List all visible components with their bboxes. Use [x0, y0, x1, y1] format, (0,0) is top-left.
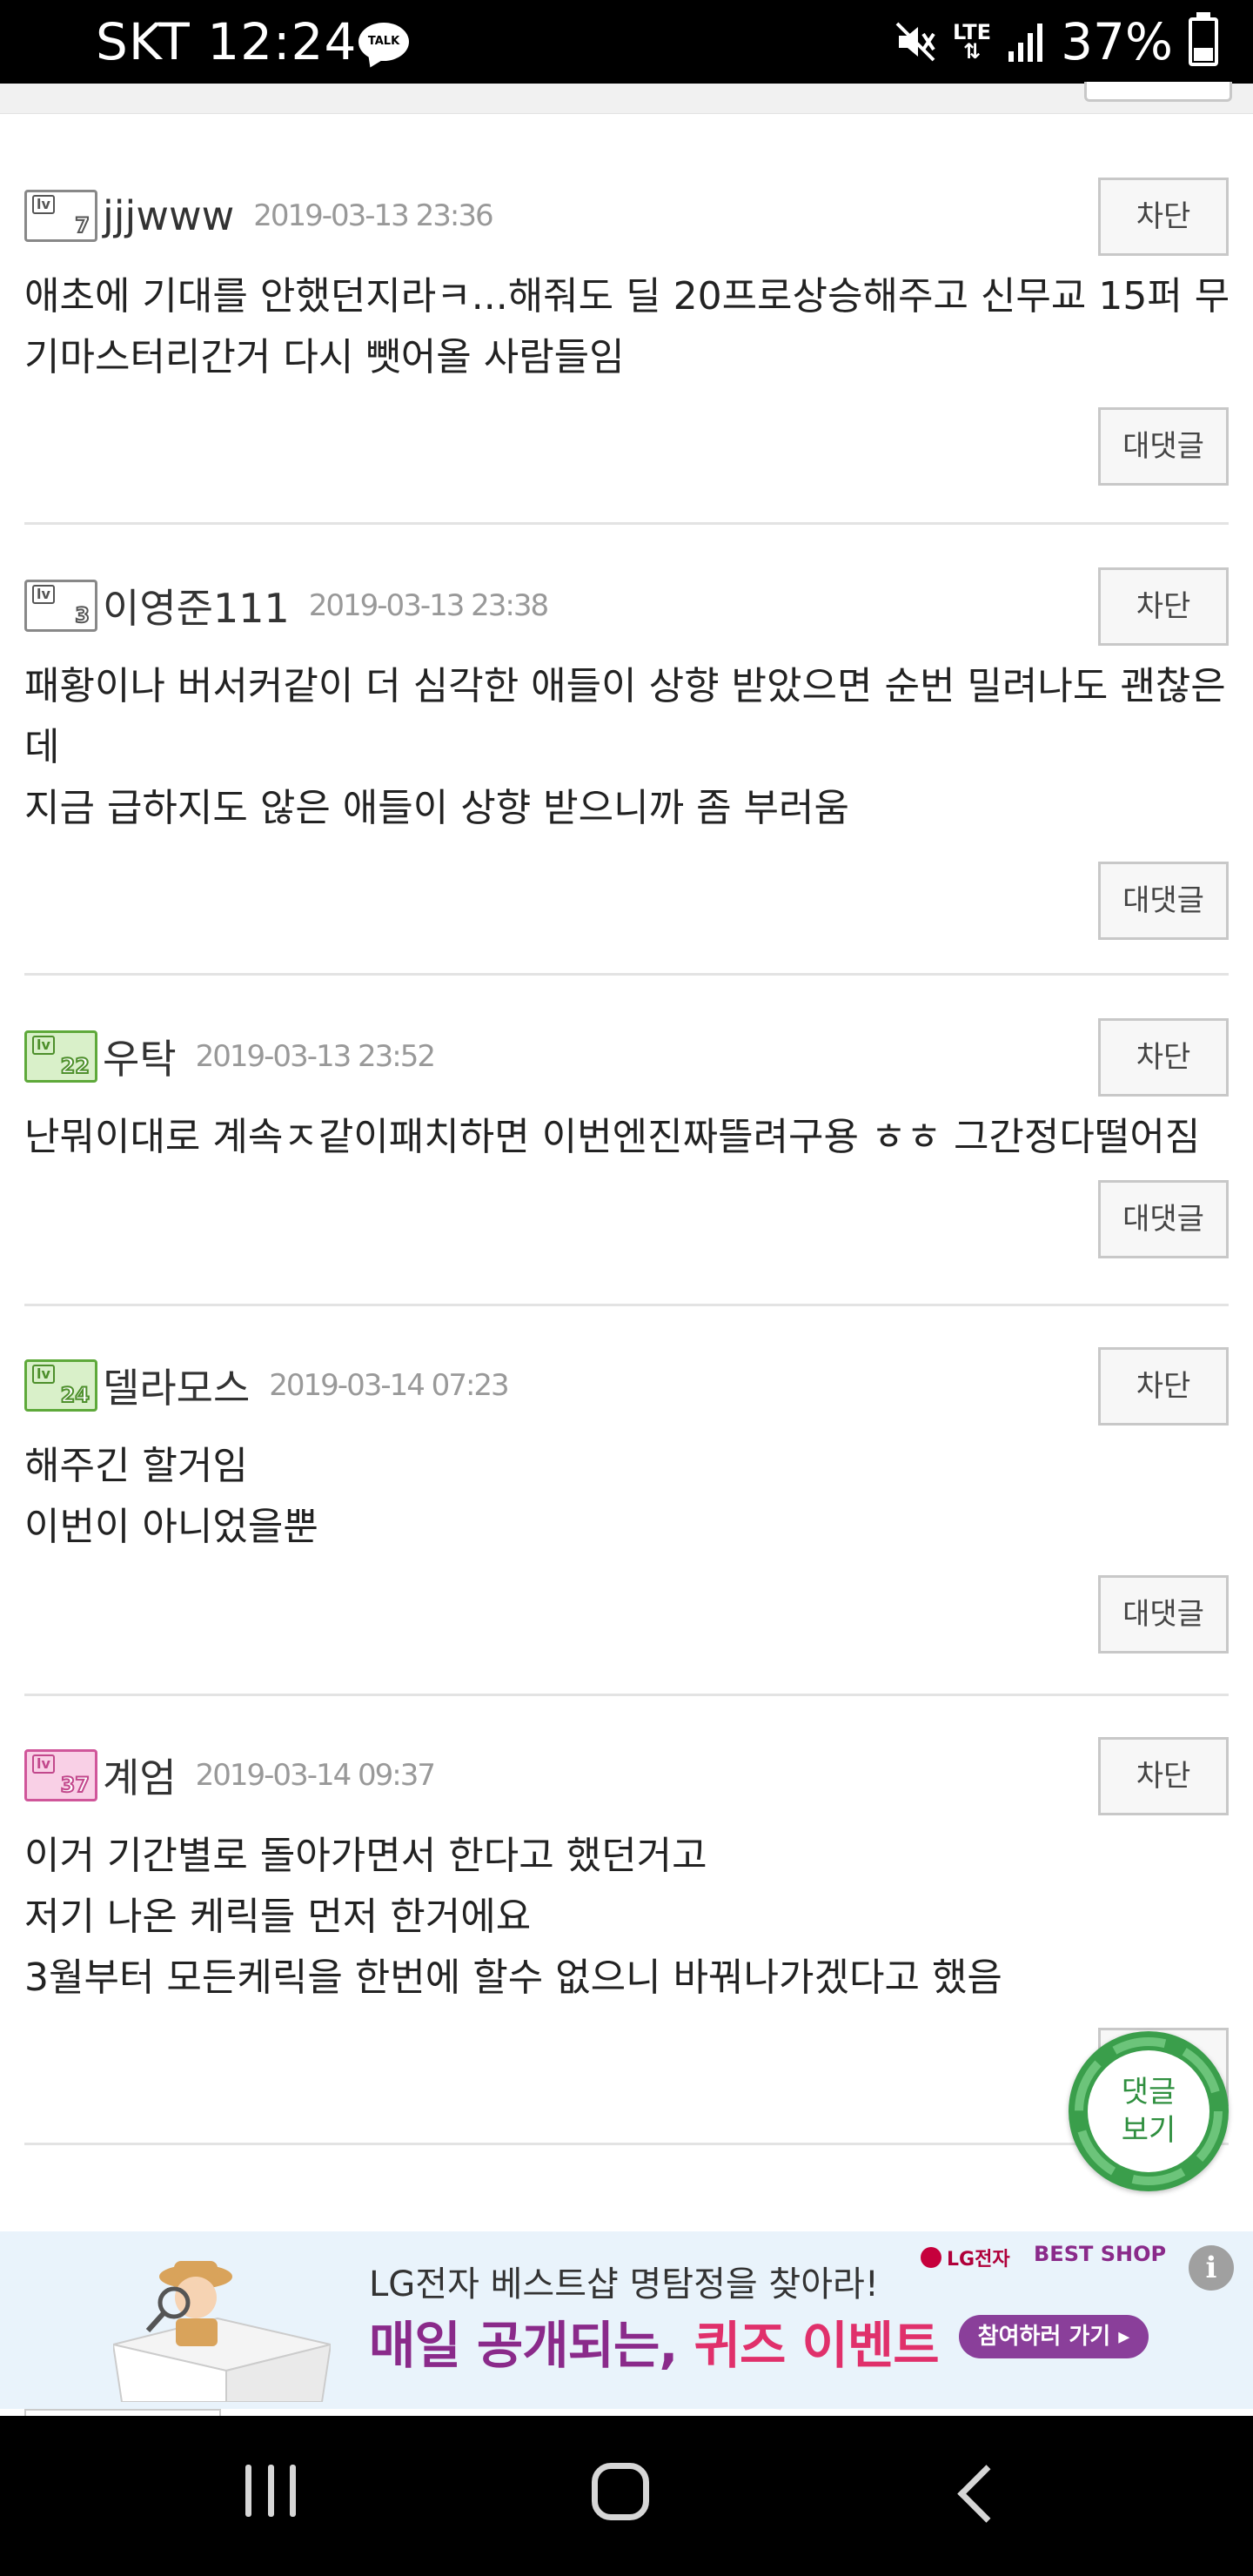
partial-button[interactable]: [1084, 82, 1232, 102]
comment-line: 난뭐이대로 계속ㅈ같이패치하면 이번엔진짜뜰려구용 ㅎㅎ 그간정다떨어짐: [24, 1115, 1201, 1159]
level-number: 3: [74, 603, 90, 627]
view-comments-button[interactable]: 댓글 보기: [1069, 2031, 1229, 2191]
comment-line: 패황이나 버서커같이 더 심각한 애들이 상향 받았으면 순번 밀려나도 괜찮은: [24, 664, 1226, 708]
status-carrier-time: SKT 12:24: [96, 12, 358, 71]
lte-icon: LTE ⇅: [952, 20, 992, 64]
divider: [24, 973, 1229, 976]
comment-date: 2019-03-13 23:52: [195, 1039, 436, 1074]
comment-header: lv 24 델라모스 2019-03-14 07:23: [24, 1357, 510, 1414]
level-number: 24: [60, 1383, 90, 1407]
comment-item: lv 3 이영준111 2019-03-13 23:38 차단 패황이나 버서커같…: [24, 567, 1229, 943]
comment-nickname[interactable]: 델라모스: [103, 1357, 250, 1414]
reply-button[interactable]: 대댓글: [1098, 862, 1229, 940]
divider: [24, 1694, 1229, 1696]
divider: [24, 2143, 1229, 2145]
level-badge-icon: lv 37: [24, 1749, 97, 1801]
comment-line: 기마스터리간거 다시 뺏어올 사람들임: [24, 335, 625, 379]
comment-header: lv 7 jjjwww 2019-03-13 23:36: [24, 188, 494, 244]
status-bar: SKT 12:24 TALK LTE ⇅ 37%: [0, 0, 1253, 84]
level-number: 37: [60, 1773, 90, 1797]
comment-body: 이거 기간별로 돌아가면서 한다고 했던거고 저기 나온 케릭들 먼저 한거에요…: [24, 1826, 1229, 2009]
level-badge-icon: lv 24: [24, 1359, 97, 1412]
lg-label: LG전자: [947, 2249, 1010, 2271]
home-button-icon[interactable]: [592, 2463, 649, 2520]
block-button[interactable]: 차단: [1098, 1347, 1229, 1426]
comment-line: 애초에 기대를 안했던지라ㅋ...해줘도 딜 20프로상승해주고 신무교 15퍼…: [24, 274, 1230, 319]
comment-date: 2019-03-13 23:38: [308, 588, 549, 623]
comment-line: 해주긴 할거임: [24, 1444, 248, 1488]
comment-line: 3월부터 모든케릭을 한번에 할수 없으니 바꿔나가겠다고 했음: [24, 1955, 1002, 2000]
ad-banner[interactable]: LG전자 베스트샵 명탐정을 찾아라! 매일 공개되는, 퀴즈 이벤트 LG전자…: [0, 2224, 1253, 2409]
network-label: LTE: [952, 20, 992, 44]
ad-title-part2: 퀴즈 이벤트: [694, 2316, 940, 2375]
level-number: 7: [74, 213, 90, 238]
back-button-icon[interactable]: [957, 2465, 1015, 2523]
level-badge-icon: lv 22: [24, 1030, 97, 1083]
comment-header: lv 37 계엄 2019-03-14 09:37: [24, 1747, 436, 1804]
level-badge-icon: lv 3: [24, 580, 97, 632]
navigation-bar: [0, 2416, 1253, 2576]
comment-nickname[interactable]: 계엄: [103, 1747, 177, 1804]
reply-button[interactable]: 대댓글: [1098, 1180, 1229, 1258]
block-button[interactable]: 차단: [1098, 1018, 1229, 1097]
comment-line: 지금 급하지도 않은 애들이 상향 받으니까 좀 부러움: [24, 786, 849, 830]
comment-header: lv 3 이영준111 2019-03-13 23:38: [24, 577, 549, 634]
ad-cta-button[interactable]: 참여하러 가기 ▸: [959, 2315, 1149, 2358]
comment-nickname[interactable]: 우탁: [103, 1028, 177, 1085]
best-shop-label: BEST SHOP: [1034, 2242, 1167, 2266]
comment-line: 저기 나온 케릭들 먼저 한거에요: [24, 1895, 532, 1939]
lg-logo-icon: LG전자: [921, 2244, 1010, 2271]
comment-nickname[interactable]: jjjwww: [103, 192, 234, 239]
comment-line: 이거 기간별로 돌아가면서 한다고 했던거고: [24, 1834, 707, 1878]
recents-button-icon[interactable]: [245, 2465, 296, 2517]
reply-button[interactable]: 대댓글: [1098, 407, 1229, 486]
fab-label-line2: 보기: [1121, 2113, 1176, 2148]
comment-body: 애초에 기대를 안했던지라ㅋ...해줘도 딜 20프로상승해주고 신무교 15퍼…: [24, 266, 1230, 388]
comment-nickname[interactable]: 이영준111: [103, 577, 290, 634]
divider: [24, 522, 1229, 525]
reply-button[interactable]: 대댓글: [1098, 1575, 1229, 1654]
ad-title: 매일 공개되는, 퀴즈 이벤트: [369, 2304, 940, 2378]
block-button[interactable]: 차단: [1098, 567, 1229, 646]
divider: [24, 1304, 1229, 1306]
below-ad-strip: [0, 2409, 1253, 2418]
block-button[interactable]: 차단: [1098, 1737, 1229, 1815]
ad-title-part1: 매일 공개되는,: [369, 2316, 694, 2375]
battery-percent: 37%: [1061, 12, 1173, 71]
comment-item: lv 24 델라모스 2019-03-14 07:23 차단 해주긴 할거임 이번…: [24, 1347, 1229, 1671]
mute-icon: [895, 22, 935, 62]
detective-illustration-icon: [113, 2261, 331, 2402]
comment-body: 난뭐이대로 계속ㅈ같이패치하면 이번엔진짜뜰려구용 ㅎㅎ 그간정다떨어짐: [24, 1107, 1229, 1168]
comment-item: lv 7 jjjwww 2019-03-13 23:36 차단 애초에 기대를 안…: [24, 178, 1230, 501]
comment-item: lv 22 우탁 2019-03-13 23:52 차단 난뭐이대로 계속ㅈ같이패…: [24, 1018, 1229, 1272]
block-button[interactable]: 차단: [1098, 178, 1229, 256]
comment-header: lv 22 우탁 2019-03-13 23:52: [24, 1028, 436, 1085]
ad-headline: LG전자 베스트샵 명탐정을 찾아라!: [369, 2264, 879, 2304]
kakaotalk-notification-icon: TALK: [358, 23, 409, 61]
comment-body: 패황이나 버서커같이 더 심각한 애들이 상향 받았으면 순번 밀려나도 괜찮은…: [24, 656, 1229, 839]
comment-body: 해주긴 할거임 이번이 아니었을뿐: [24, 1436, 1229, 1558]
level-badge-icon: lv 7: [24, 190, 97, 242]
comment-date: 2019-03-14 07:23: [269, 1368, 509, 1403]
comment-line: 데: [24, 725, 60, 769]
comment-date: 2019-03-14 09:37: [195, 1758, 436, 1793]
battery-icon: [1189, 12, 1218, 66]
fab-label-line1: 댓글: [1121, 2075, 1176, 2110]
fab-label: 댓글 보기: [1088, 2050, 1209, 2172]
level-number: 22: [60, 1054, 90, 1078]
comment-item: lv 37 계엄 2019-03-14 09:37 차단 이거 기간별로 돌아가면…: [24, 1737, 1229, 2130]
status-right-group: LTE ⇅ 37%: [894, 12, 1218, 71]
signal-icon: [1008, 23, 1043, 62]
comment-date: 2019-03-13 23:36: [253, 198, 493, 233]
ad-info-icon[interactable]: i: [1189, 2245, 1234, 2291]
comment-line: 이번이 아니었을뿐: [24, 1505, 318, 1549]
top-strip: [0, 82, 1253, 114]
